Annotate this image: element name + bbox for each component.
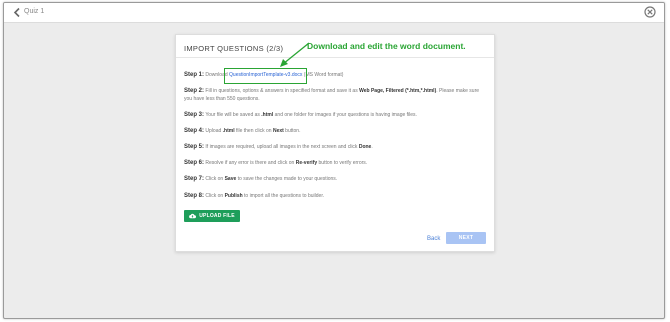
step-7: Step 7: Click on Save to save the change… [184, 175, 484, 183]
upload-file-button[interactable]: UPLOAD FILE [184, 210, 240, 222]
step-label: Step 6: [184, 160, 205, 166]
step-label: Step 2: [184, 88, 205, 94]
step-text: Click on [205, 193, 225, 199]
step-6: Step 6: Resolve if any error is there an… [184, 159, 484, 167]
step-text: Your file will be saved as [205, 112, 262, 118]
step-text: Resolve if any error is there and click … [205, 160, 296, 166]
app-window: Quiz 1 IMPORT QUESTIONS (2/3) Download a… [3, 2, 665, 319]
step-text: button. [283, 128, 301, 134]
step-emphasis: Done [358, 144, 372, 150]
dialog-title: IMPORT QUESTIONS (2/3) [184, 44, 284, 53]
step-label: Step 1: [184, 72, 205, 78]
step-emphasis: Re-verify [295, 160, 318, 166]
step-4: Step 4: Upload .html file then click on … [184, 127, 484, 135]
step-text: button to verify errors. [317, 160, 368, 166]
step-label: Step 5: [184, 144, 205, 150]
title-divider [176, 57, 494, 58]
step-text: Fill in questions, options & answers in … [205, 88, 360, 94]
step-text: to import all the questions to builder. [242, 193, 325, 199]
highlight-box [224, 68, 307, 84]
chevron-left-icon[interactable] [13, 7, 22, 18]
step-text: and one folder for images if your questi… [273, 112, 417, 118]
quiz-title: Quiz 1 [24, 8, 45, 15]
step-text: Click on [205, 176, 225, 182]
step-text: . [371, 144, 373, 150]
cloud-upload-icon [189, 213, 197, 219]
step-emphasis: .html [222, 128, 235, 134]
step-emphasis: Publish [224, 193, 243, 199]
step-text: to save the changes made to your questio… [236, 176, 338, 182]
annotation-text: Download and edit the word document. [307, 41, 466, 51]
close-icon[interactable] [644, 6, 656, 18]
import-questions-dialog: IMPORT QUESTIONS (2/3) Download and edit… [175, 34, 495, 252]
step-text: file then click on [234, 128, 273, 134]
step-label: Step 3: [184, 112, 205, 118]
back-link[interactable]: Back [427, 236, 440, 242]
step-8: Step 8: Click on Publish to import all t… [184, 192, 484, 200]
next-button[interactable]: NEXT [446, 232, 486, 244]
upload-button-label: UPLOAD FILE [199, 213, 235, 219]
step-text: If images are required, upload all image… [205, 144, 359, 150]
step-emphasis: .html [261, 112, 274, 118]
step-emphasis: Next [272, 128, 284, 134]
top-bar: Quiz 1 [4, 3, 664, 23]
step-label: Step 7: [184, 176, 205, 182]
annotation-arrow-icon [280, 42, 310, 67]
step-3: Step 3: Your file will be saved as .html… [184, 111, 484, 119]
step-2: Step 2: Fill in questions, options & ans… [184, 87, 484, 103]
step-text: Upload [205, 128, 223, 134]
step-emphasis: Save [224, 176, 237, 182]
step-label: Step 4: [184, 128, 205, 134]
step-label: Step 8: [184, 193, 205, 199]
step-5: Step 5: If images are required, upload a… [184, 143, 484, 151]
step-text: (MS Word format) [302, 72, 344, 78]
step-emphasis: Web Page, Filtered (*.htm,*.html) [359, 88, 437, 94]
